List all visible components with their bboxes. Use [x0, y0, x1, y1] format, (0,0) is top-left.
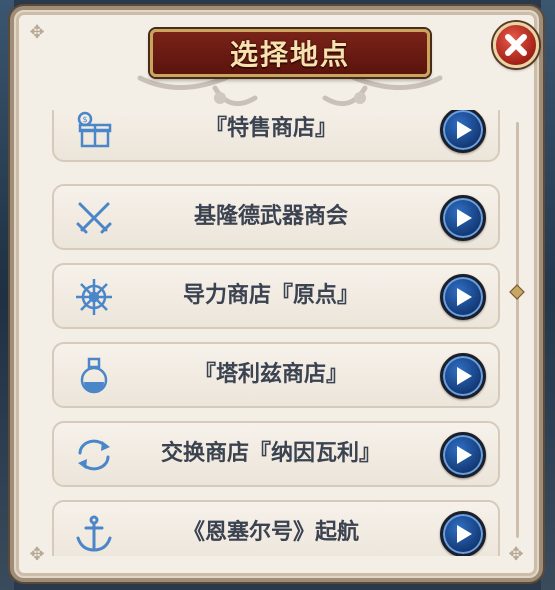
list-item[interactable]: $ 『特售商店』 — [52, 110, 500, 162]
corner-ornament-icon: ✥ — [29, 22, 45, 43]
go-button[interactable] — [440, 274, 486, 320]
background-right-edge — [541, 0, 555, 590]
list-item[interactable]: 导力商店『原点』 — [52, 263, 500, 329]
go-button[interactable] — [440, 511, 486, 556]
location-list: $ 『特售商店』 基隆德武器商会 导力商店『原点』 『塔利兹商店』 交换商店『纳… — [52, 110, 502, 556]
corner-ornament-icon: ✥ — [508, 544, 524, 565]
play-icon — [457, 288, 472, 306]
potion-flask-icon — [80, 357, 108, 394]
corner-ornament-icon: ✥ — [29, 544, 45, 565]
go-button[interactable] — [440, 110, 486, 153]
list-item-label: 交换商店『纳因瓦利』 — [160, 441, 381, 466]
play-icon — [457, 446, 472, 464]
play-icon — [457, 525, 472, 543]
title-banner-wrap: 选择地点 — [150, 29, 430, 81]
list-item-label: 导力商店『原点』 — [182, 283, 359, 308]
exchange-arrows-icon — [78, 439, 110, 471]
go-button[interactable] — [440, 353, 486, 399]
close-button[interactable] — [493, 22, 539, 68]
play-icon — [457, 209, 472, 227]
ship-wheel-icon — [76, 279, 112, 315]
svg-text:$: $ — [82, 115, 87, 124]
scrollbar-track[interactable] — [516, 122, 519, 538]
list-item-label: 『塔利兹商店』 — [193, 362, 348, 387]
list-item-label: 基隆德武器商会 — [193, 204, 348, 229]
anchor-icon — [76, 515, 112, 552]
go-button[interactable] — [440, 432, 486, 478]
list-item[interactable]: 『塔利兹商店』 — [52, 342, 500, 408]
close-icon — [505, 34, 527, 56]
dialog-title: 选择地点 — [229, 38, 350, 71]
list-item-label: 『特售商店』 — [204, 116, 337, 141]
scrollbar-thumb[interactable] — [509, 284, 525, 300]
gift-icon: $ — [77, 111, 112, 148]
list-item[interactable]: 基隆德武器商会 — [52, 184, 500, 250]
crossed-swords-icon — [76, 202, 112, 234]
list-item-label: 《恩塞尔号》起航 — [182, 520, 359, 545]
title-banner: 选择地点 — [150, 29, 430, 77]
go-button[interactable] — [440, 195, 486, 241]
list-item[interactable]: 交换商店『纳因瓦利』 — [52, 421, 500, 487]
play-icon — [457, 367, 472, 385]
list-item[interactable]: 《恩塞尔号》起航 — [52, 500, 500, 556]
play-icon — [457, 121, 472, 139]
